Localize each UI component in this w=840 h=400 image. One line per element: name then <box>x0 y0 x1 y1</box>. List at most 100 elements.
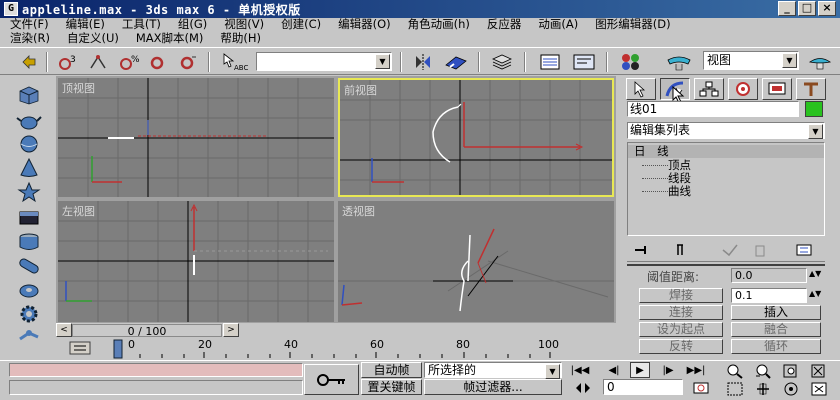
menu-modifiers[interactable]: 编辑器(O) <box>328 17 398 32</box>
schematic-view-icon[interactable] <box>570 51 598 73</box>
time-slider-next[interactable]: > <box>223 323 239 337</box>
display-tab-icon[interactable] <box>762 78 792 100</box>
selection-filter-icon[interactable]: ABC <box>218 51 252 73</box>
reverse-button[interactable]: 反转 <box>639 339 723 354</box>
create-geometry-icon[interactable] <box>14 82 44 106</box>
pin-stack-icon[interactable] <box>631 241 653 259</box>
motion-tab-icon[interactable] <box>728 78 758 100</box>
hierarchy-tab-icon[interactable] <box>694 78 724 100</box>
minimize-button[interactable]: _ <box>778 1 796 16</box>
zoom-all-icon[interactable] <box>752 362 774 379</box>
link-icon[interactable]: 3 <box>56 51 82 73</box>
app-icon[interactable]: G <box>4 2 18 16</box>
menu-help[interactable]: 帮助(H) <box>210 31 268 46</box>
object-color-swatch[interactable] <box>805 101 823 117</box>
menu-rendering[interactable]: 渲染(R) <box>0 31 57 46</box>
menu-character[interactable]: 角色动画(h) <box>398 17 477 32</box>
next-frame-icon[interactable]: |▶ <box>658 362 678 378</box>
zoom-icon[interactable] <box>724 362 746 379</box>
chevron-down-icon[interactable]: ▼ <box>545 364 560 379</box>
connect-button[interactable]: 连接 <box>639 305 723 320</box>
time-slider-prev[interactable]: < <box>56 323 72 337</box>
chevron-down-icon[interactable]: ▼ <box>375 54 390 69</box>
layers-icon[interactable] <box>488 51 516 73</box>
menu-file[interactable]: 文件(F) <box>0 17 56 32</box>
menu-maxscript[interactable]: MAX脚本(M) <box>126 31 211 46</box>
menu-reactor[interactable]: 反应器 <box>477 17 529 32</box>
zoom-extents-icon[interactable] <box>780 362 802 379</box>
capsule-icon[interactable] <box>14 254 44 278</box>
make-first-button[interactable]: 设为起点 <box>639 322 723 337</box>
spinner-arrows-icon[interactable]: ▲▼ <box>809 269 821 278</box>
viewport-left[interactable]: 左视图 <box>58 201 334 322</box>
go-to-end-icon[interactable]: ▶▶| <box>686 362 706 378</box>
menu-graph-editors[interactable]: 图形编辑器(D) <box>585 17 677 32</box>
auto-key-button[interactable]: 自动帧 <box>361 362 422 378</box>
configure-sets-icon[interactable] <box>793 241 815 259</box>
box-icon[interactable] <box>14 206 44 230</box>
gear-icon[interactable] <box>14 302 44 326</box>
go-to-start-icon[interactable]: |◀◀ <box>570 362 590 378</box>
current-frame-field[interactable]: 0 <box>603 379 683 395</box>
unlink-icon[interactable] <box>86 51 112 73</box>
menu-animation[interactable]: 动画(A) <box>528 17 585 32</box>
stack-root-line[interactable]: 日 线 <box>628 145 824 158</box>
mirror-icon[interactable] <box>410 51 436 73</box>
make-unique-icon[interactable] <box>719 241 741 259</box>
time-configuration-icon[interactable] <box>690 379 712 396</box>
maxscript-listener-field[interactable] <box>9 363 303 377</box>
render-type-dropdown[interactable]: 视图 ▼ <box>703 51 799 70</box>
menu-views[interactable]: 视图(V) <box>214 17 271 32</box>
time-slider-counter[interactable]: 0 / 100 <box>72 324 222 338</box>
weld-threshold-spinner[interactable]: 0.1 <box>731 288 807 303</box>
render-scene-icon[interactable] <box>662 51 696 73</box>
viewport-front[interactable]: 前视图 <box>338 78 614 197</box>
play-icon[interactable]: ▶ <box>630 362 650 378</box>
key-mode-toggle-icon[interactable] <box>572 379 594 396</box>
stack-item-vertex[interactable]: 顶点 <box>628 159 824 172</box>
teapot-icon[interactable] <box>14 108 44 132</box>
spinner-arrows-icon[interactable]: ▲▼ <box>809 289 821 298</box>
key-mode-icon[interactable] <box>304 364 359 395</box>
curve-editor-icon[interactable] <box>536 51 564 73</box>
cycle-button[interactable]: 循环 <box>731 339 821 354</box>
stack-item-segment[interactable]: 线段 <box>628 172 824 185</box>
undo-icon[interactable] <box>16 51 42 73</box>
align-icon[interactable] <box>440 51 472 73</box>
previous-frame-icon[interactable]: ◀| <box>604 362 624 378</box>
maximize-button[interactable]: □ <box>798 1 816 16</box>
fuse-button[interactable]: 融合 <box>731 322 821 337</box>
menu-create[interactable]: 创建(C) <box>271 17 328 32</box>
magnet-icon[interactable] <box>146 51 172 73</box>
pan-icon[interactable] <box>752 380 774 397</box>
arc-rotate-icon[interactable] <box>780 380 802 397</box>
time-slider[interactable]: < 0 / 100 > <box>56 323 616 338</box>
chevron-down-icon[interactable]: ▼ <box>782 53 797 68</box>
show-end-result-icon[interactable] <box>671 241 693 259</box>
create-tab-icon[interactable] <box>626 78 656 100</box>
cylinder-icon[interactable] <box>14 230 44 254</box>
cone-icon[interactable] <box>14 156 44 180</box>
quick-render-icon[interactable] <box>804 51 836 73</box>
utilities-tab-icon[interactable] <box>796 78 826 100</box>
key-filters-button[interactable]: 帧过滤器... <box>424 379 562 395</box>
viewport-top[interactable]: 顶视图 <box>58 78 334 197</box>
set-key-button[interactable]: 置关键帧 <box>361 379 422 395</box>
region-zoom-icon[interactable] <box>724 380 746 397</box>
maximize-viewport-icon[interactable] <box>808 380 830 397</box>
bones-icon[interactable] <box>14 324 44 348</box>
star-icon[interactable] <box>14 180 44 204</box>
key-selection-dropdown[interactable]: 所选择的 ▼ <box>424 362 562 379</box>
threshold-spinner[interactable]: 0.0 <box>731 268 807 283</box>
sphere-icon[interactable] <box>14 132 44 156</box>
bind-space-warp-icon[interactable]: % <box>116 51 142 73</box>
torus-icon[interactable] <box>14 278 44 302</box>
menu-tools[interactable]: 工具(T) <box>112 17 168 32</box>
named-selection-dropdown[interactable]: ▼ <box>256 52 392 71</box>
object-name-field[interactable]: 线01 <box>627 101 799 117</box>
snap-icon[interactable] <box>176 51 202 73</box>
trackbar[interactable]: 0 20 40 60 80 100 <box>56 338 616 360</box>
material-editor-icon[interactable] <box>616 51 646 73</box>
chevron-down-icon[interactable]: ▼ <box>808 124 823 139</box>
menu-group[interactable]: 组(G) <box>168 17 214 32</box>
